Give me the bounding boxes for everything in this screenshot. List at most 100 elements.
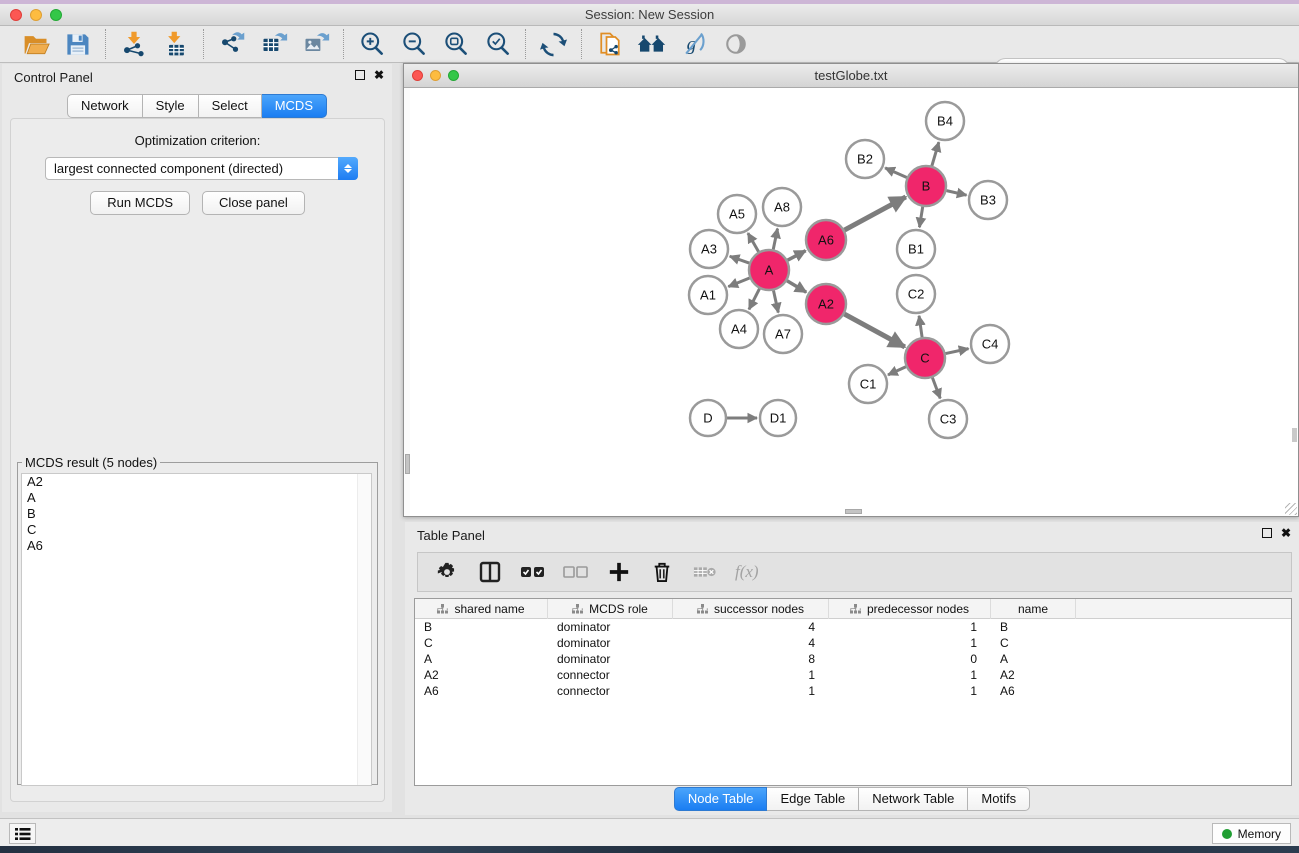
zoom-selected-icon[interactable] — [483, 30, 512, 59]
add-column-icon[interactable] — [606, 559, 632, 585]
table-close-panel-icon[interactable]: ✖ — [1281, 528, 1291, 538]
result-item-b[interactable]: B — [22, 506, 371, 522]
column-header-successor-nodes[interactable]: successor nodes — [673, 599, 829, 619]
task-history-button[interactable] — [9, 823, 36, 844]
graph-edge-C-C1[interactable] — [888, 367, 906, 375]
graph-node-label-C1: C1 — [860, 376, 877, 391]
table-float-panel-icon[interactable] — [1262, 528, 1272, 538]
graph-edge-C-C3[interactable] — [932, 378, 940, 399]
column-header-shared-name[interactable]: shared name — [415, 599, 548, 619]
result-list-scrollbar[interactable] — [357, 474, 371, 785]
table-cell: B — [415, 619, 548, 635]
float-panel-icon[interactable] — [355, 70, 365, 80]
list-icon — [15, 827, 31, 841]
column-header-label: MCDS role — [589, 602, 648, 616]
resize-grip[interactable] — [1285, 503, 1297, 515]
refresh-icon[interactable] — [539, 30, 568, 59]
column-header-label: shared name — [454, 602, 524, 616]
optimization-criterion-label: Optimization criterion: — [11, 133, 384, 148]
graph-edge-C-C2[interactable] — [919, 316, 922, 337]
open-file-icon[interactable] — [21, 30, 50, 59]
graph-edge-A6-B[interactable] — [844, 197, 905, 230]
node-table: shared name MCDS role successor nodesprede… — [414, 598, 1292, 786]
graph-edge-B-B2[interactable] — [885, 168, 907, 178]
zoom-out-icon[interactable] — [399, 30, 428, 59]
result-item-a6[interactable]: A6 — [22, 538, 371, 554]
graph-edge-C-C4[interactable] — [946, 349, 969, 354]
hide-graphics-icon[interactable]: g — [679, 30, 708, 59]
graph-edge-B-B3[interactable] — [946, 191, 966, 196]
network-bottom-scrollbar[interactable] — [845, 509, 862, 514]
tab-select[interactable]: Select — [199, 94, 262, 118]
tab-mcds[interactable]: MCDS — [262, 94, 327, 118]
table-row[interactable]: A2connector11A2 — [415, 667, 1291, 683]
table-tab-motifs[interactable]: Motifs — [968, 787, 1030, 811]
close-panel-button[interactable]: Close panel — [202, 191, 305, 215]
criterion-dropdown[interactable]: largest connected component (directed) — [45, 157, 358, 180]
tab-network[interactable]: Network — [67, 94, 143, 118]
control-panel: Control Panel ✖ NetworkStyleSelectMCDS O… — [2, 64, 392, 812]
network-window-titlebar[interactable]: testGlobe.txt — [404, 64, 1298, 88]
table-tab-node-table[interactable]: Node Table — [674, 787, 768, 811]
column-header-name[interactable]: name — [991, 599, 1076, 619]
gear-icon[interactable] — [434, 559, 460, 585]
table-header-row[interactable]: shared name MCDS role successor nodesprede… — [415, 599, 1291, 619]
eye-icon[interactable] — [721, 30, 750, 59]
import-table-icon[interactable] — [161, 30, 190, 59]
export-table-icon[interactable] — [259, 30, 288, 59]
network-snapshot-icon[interactable] — [595, 30, 624, 59]
table-panel: Table Panel ✖ f(x) shared nameMCDS rol — [405, 522, 1299, 815]
import-network-icon[interactable] — [119, 30, 148, 59]
memory-button[interactable]: Memory — [1212, 823, 1291, 844]
save-session-icon[interactable] — [63, 30, 92, 59]
zoom-fit-icon[interactable] — [441, 30, 470, 59]
result-item-a2[interactable]: A2 — [22, 474, 371, 490]
table-tab-edge-table[interactable]: Edge Table — [767, 787, 859, 811]
graph-edge-A-A5[interactable] — [748, 233, 759, 252]
network-right-scrollbar[interactable] — [1292, 428, 1297, 442]
run-mcds-button[interactable]: Run MCDS — [90, 191, 190, 215]
column-header-predecessor-nodes[interactable]: predecessor nodes — [829, 599, 991, 619]
column-header-mcds-role[interactable]: MCDS role — [548, 599, 673, 619]
table-cell: connector — [548, 683, 673, 699]
graph-edge-A-A7[interactable] — [773, 291, 778, 313]
graph-edge-A2-C[interactable] — [844, 314, 904, 347]
graph-edge-B-B1[interactable] — [919, 207, 922, 228]
table-cell: A — [415, 651, 548, 667]
select-all-checkboxes-icon[interactable] — [520, 559, 546, 585]
close-panel-icon[interactable]: ✖ — [374, 70, 384, 80]
desktop-background-bottom — [0, 846, 1299, 853]
network-left-scrollbar[interactable] — [404, 88, 410, 516]
export-network-icon[interactable] — [217, 30, 246, 59]
graph-edge-A-A4[interactable] — [749, 289, 760, 310]
table-row[interactable]: Cdominator41C — [415, 635, 1291, 651]
zoom-in-icon[interactable] — [357, 30, 386, 59]
graph-edge-A-A1[interactable] — [728, 278, 749, 287]
control-panel-title: Control Panel — [14, 70, 93, 85]
split-columns-icon[interactable] — [477, 559, 503, 585]
home-icon[interactable] — [637, 30, 666, 59]
graph-edge-A-A8[interactable] — [773, 229, 777, 250]
graph-node-label-A2: A2 — [818, 296, 834, 311]
export-image-icon[interactable] — [301, 30, 330, 59]
function-builder-icon[interactable]: f(x) — [735, 562, 759, 582]
table-cell: dominator — [548, 635, 673, 651]
table-cell: dominator — [548, 651, 673, 667]
clear-checkboxes-icon[interactable] — [563, 559, 589, 585]
network-canvas[interactable]: AA1A2A3A4A5A6A7A8BB1B2B3B4CC1C2C3C4DD1 — [404, 88, 1298, 516]
result-item-a[interactable]: A — [22, 490, 371, 506]
graph-edge-A-A3[interactable] — [730, 256, 749, 263]
tab-style[interactable]: Style — [143, 94, 199, 118]
delete-column-icon[interactable] — [649, 559, 675, 585]
table-cell: C — [991, 635, 1076, 651]
table-tab-network-table[interactable]: Network Table — [859, 787, 968, 811]
table-row[interactable]: A6connector11A6 — [415, 683, 1291, 699]
result-item-c[interactable]: C — [22, 522, 371, 538]
criterion-value: largest connected component (directed) — [46, 161, 338, 176]
table-row[interactable]: Adominator80A — [415, 651, 1291, 667]
graph-edge-B-B4[interactable] — [932, 142, 939, 166]
delete-table-icon[interactable] — [692, 559, 718, 585]
graph-edge-A-A6[interactable] — [788, 251, 806, 261]
graph-edge-A-A2[interactable] — [787, 281, 806, 292]
table-row[interactable]: Bdominator41B — [415, 619, 1291, 635]
